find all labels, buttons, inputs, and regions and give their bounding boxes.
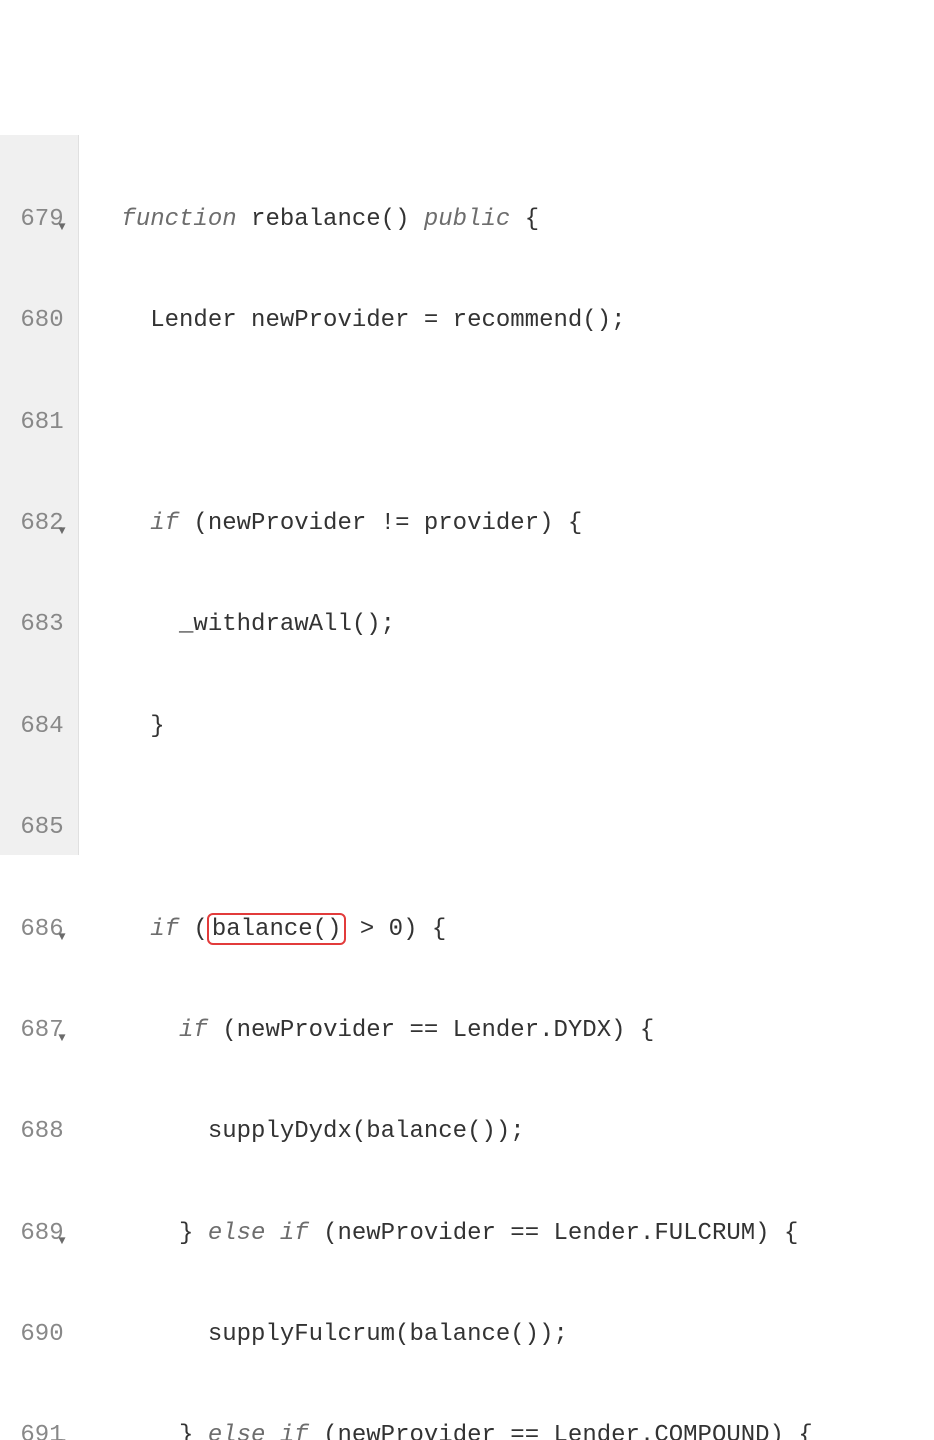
line-number[interactable]: 686▼ [6, 913, 64, 947]
code-line[interactable]: if (balance() > 0) { [93, 913, 813, 947]
fold-icon[interactable]: ▼ [58, 921, 65, 955]
keyword-if: if [280, 1220, 309, 1247]
line-number[interactable]: 683 [6, 608, 64, 642]
fold-icon[interactable]: ▼ [58, 1427, 65, 1440]
code-line[interactable]: supplyDydx(balance()); [93, 1115, 813, 1149]
fold-icon[interactable]: ▼ [58, 1225, 65, 1259]
code-line[interactable] [93, 406, 813, 440]
line-number[interactable]: 682▼ [6, 507, 64, 541]
line-number-gutter: 679▼ 680 681 682▼ 683 684 685 686▼ 687▼ … [0, 135, 79, 855]
code-line[interactable]: Lender newProvider = recommend(); [93, 304, 813, 338]
code-line[interactable]: } else if (newProvider == Lender.FULCRUM… [93, 1217, 813, 1251]
keyword-if: if [150, 510, 179, 537]
keyword-function: function [121, 206, 236, 233]
keyword-if: if [150, 916, 179, 943]
line-number[interactable]: 684 [6, 710, 64, 744]
line-number[interactable]: 681 [6, 406, 64, 440]
keyword-else: else [208, 1220, 266, 1247]
fold-icon[interactable]: ▼ [58, 1022, 65, 1056]
code-line[interactable]: } else if (newProvider == Lender.COMPOUN… [93, 1419, 813, 1440]
line-number[interactable]: 689▼ [6, 1217, 64, 1251]
line-number[interactable]: 685 [6, 811, 64, 845]
fold-icon[interactable]: ▼ [58, 515, 65, 549]
code-line[interactable]: if (newProvider == Lender.DYDX) { [93, 1014, 813, 1048]
line-number[interactable]: 688 [6, 1115, 64, 1149]
keyword-public: public [424, 206, 510, 233]
keyword-else: else [208, 1422, 266, 1440]
line-number[interactable]: 679▼ [6, 203, 64, 237]
line-number[interactable]: 690 [6, 1318, 64, 1352]
fold-icon[interactable]: ▼ [58, 211, 65, 245]
keyword-if: if [179, 1017, 208, 1044]
code-line[interactable]: if (newProvider != provider) { [93, 507, 813, 541]
code-line[interactable]: _withdrawAll(); [93, 608, 813, 642]
code-line[interactable]: } [93, 710, 813, 744]
line-number[interactable]: 691▼ [6, 1419, 64, 1440]
code-area[interactable]: function rebalance() public { Lender new… [79, 135, 813, 855]
code-line[interactable]: function rebalance() public { [93, 203, 813, 237]
highlighted-expression: balance() [207, 913, 347, 945]
keyword-if: if [280, 1422, 309, 1440]
code-line[interactable]: supplyFulcrum(balance()); [93, 1318, 813, 1352]
code-line[interactable] [93, 811, 813, 845]
line-number[interactable]: 680 [6, 304, 64, 338]
line-number[interactable]: 687▼ [6, 1014, 64, 1048]
code-editor: 679▼ 680 681 682▼ 683 684 685 686▼ 687▼ … [0, 135, 934, 855]
